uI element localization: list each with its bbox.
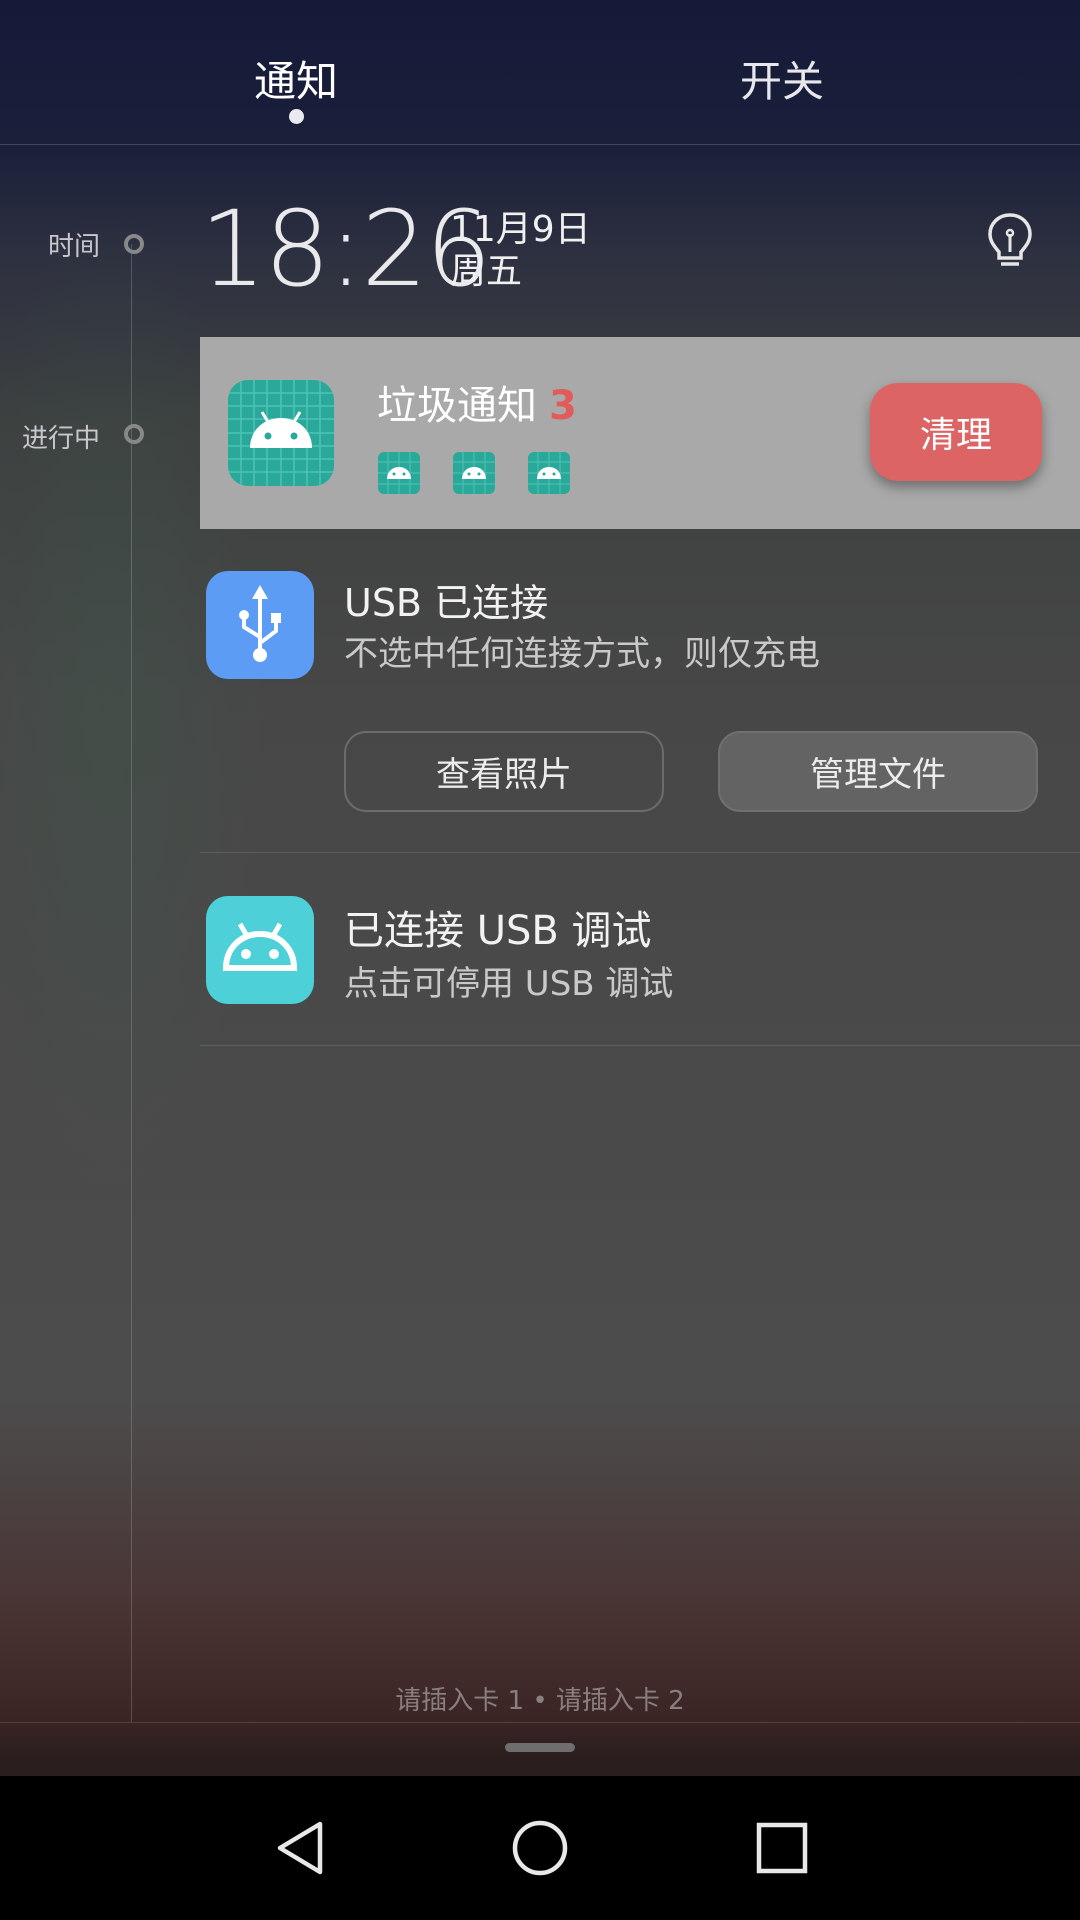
top-tabs: 通知 开关 — [0, 0, 1080, 144]
tab-switches[interactable]: 开关 — [740, 48, 824, 109]
timeline-node-ongoing — [124, 424, 144, 444]
notification-divider — [200, 1045, 1080, 1046]
manage-files-button[interactable]: 管理文件 — [718, 731, 1038, 812]
android-icon — [206, 896, 314, 1004]
tab-active-indicator — [289, 109, 304, 124]
recent-square-icon[interactable] — [752, 1818, 812, 1878]
timeline-line — [131, 244, 132, 1722]
usb-notification-title[interactable]: USB 已连接 — [344, 572, 548, 627]
timeline-node-time — [124, 234, 144, 254]
bottom-divider — [0, 1722, 1080, 1723]
sim-status: 请插入卡 1 • 请插入卡 2 — [395, 1686, 685, 1716]
usb-debug-notification-subtitle: 点击可停用 USB 调试 — [344, 964, 674, 1004]
clock-weekday: 周五 — [450, 251, 523, 292]
junk-title-text: 垃圾通知 — [377, 383, 537, 429]
android-icon — [378, 452, 420, 494]
android-icon — [228, 380, 334, 486]
junk-notification-title: 垃圾通知 3 — [377, 373, 577, 431]
junk-count-badge: 3 — [549, 383, 577, 429]
back-triangle-icon[interactable] — [272, 1818, 332, 1878]
android-icon — [453, 452, 495, 494]
usb-notification-subtitle: 不选中任何连接方式，则仅充电 — [344, 634, 820, 674]
clean-button[interactable]: 清理 — [870, 383, 1042, 481]
clock-time: 18:26 — [200, 188, 492, 310]
notification-divider — [200, 852, 1080, 853]
drag-handle[interactable] — [505, 1743, 575, 1752]
home-circle-icon[interactable] — [510, 1818, 570, 1878]
android-icon — [528, 452, 570, 494]
view-photos-button[interactable]: 查看照片 — [344, 731, 664, 812]
tab-notifications[interactable]: 通知 — [254, 48, 338, 109]
usb-debug-notification-title[interactable]: 已连接 USB 调试 — [344, 898, 652, 956]
timeline-label-time: 时间 — [47, 232, 100, 262]
tabs-divider — [0, 144, 1080, 145]
lightbulb-icon[interactable] — [986, 212, 1034, 272]
timeline-label-ongoing: 进行中 — [21, 424, 100, 454]
usb-icon — [206, 571, 314, 679]
